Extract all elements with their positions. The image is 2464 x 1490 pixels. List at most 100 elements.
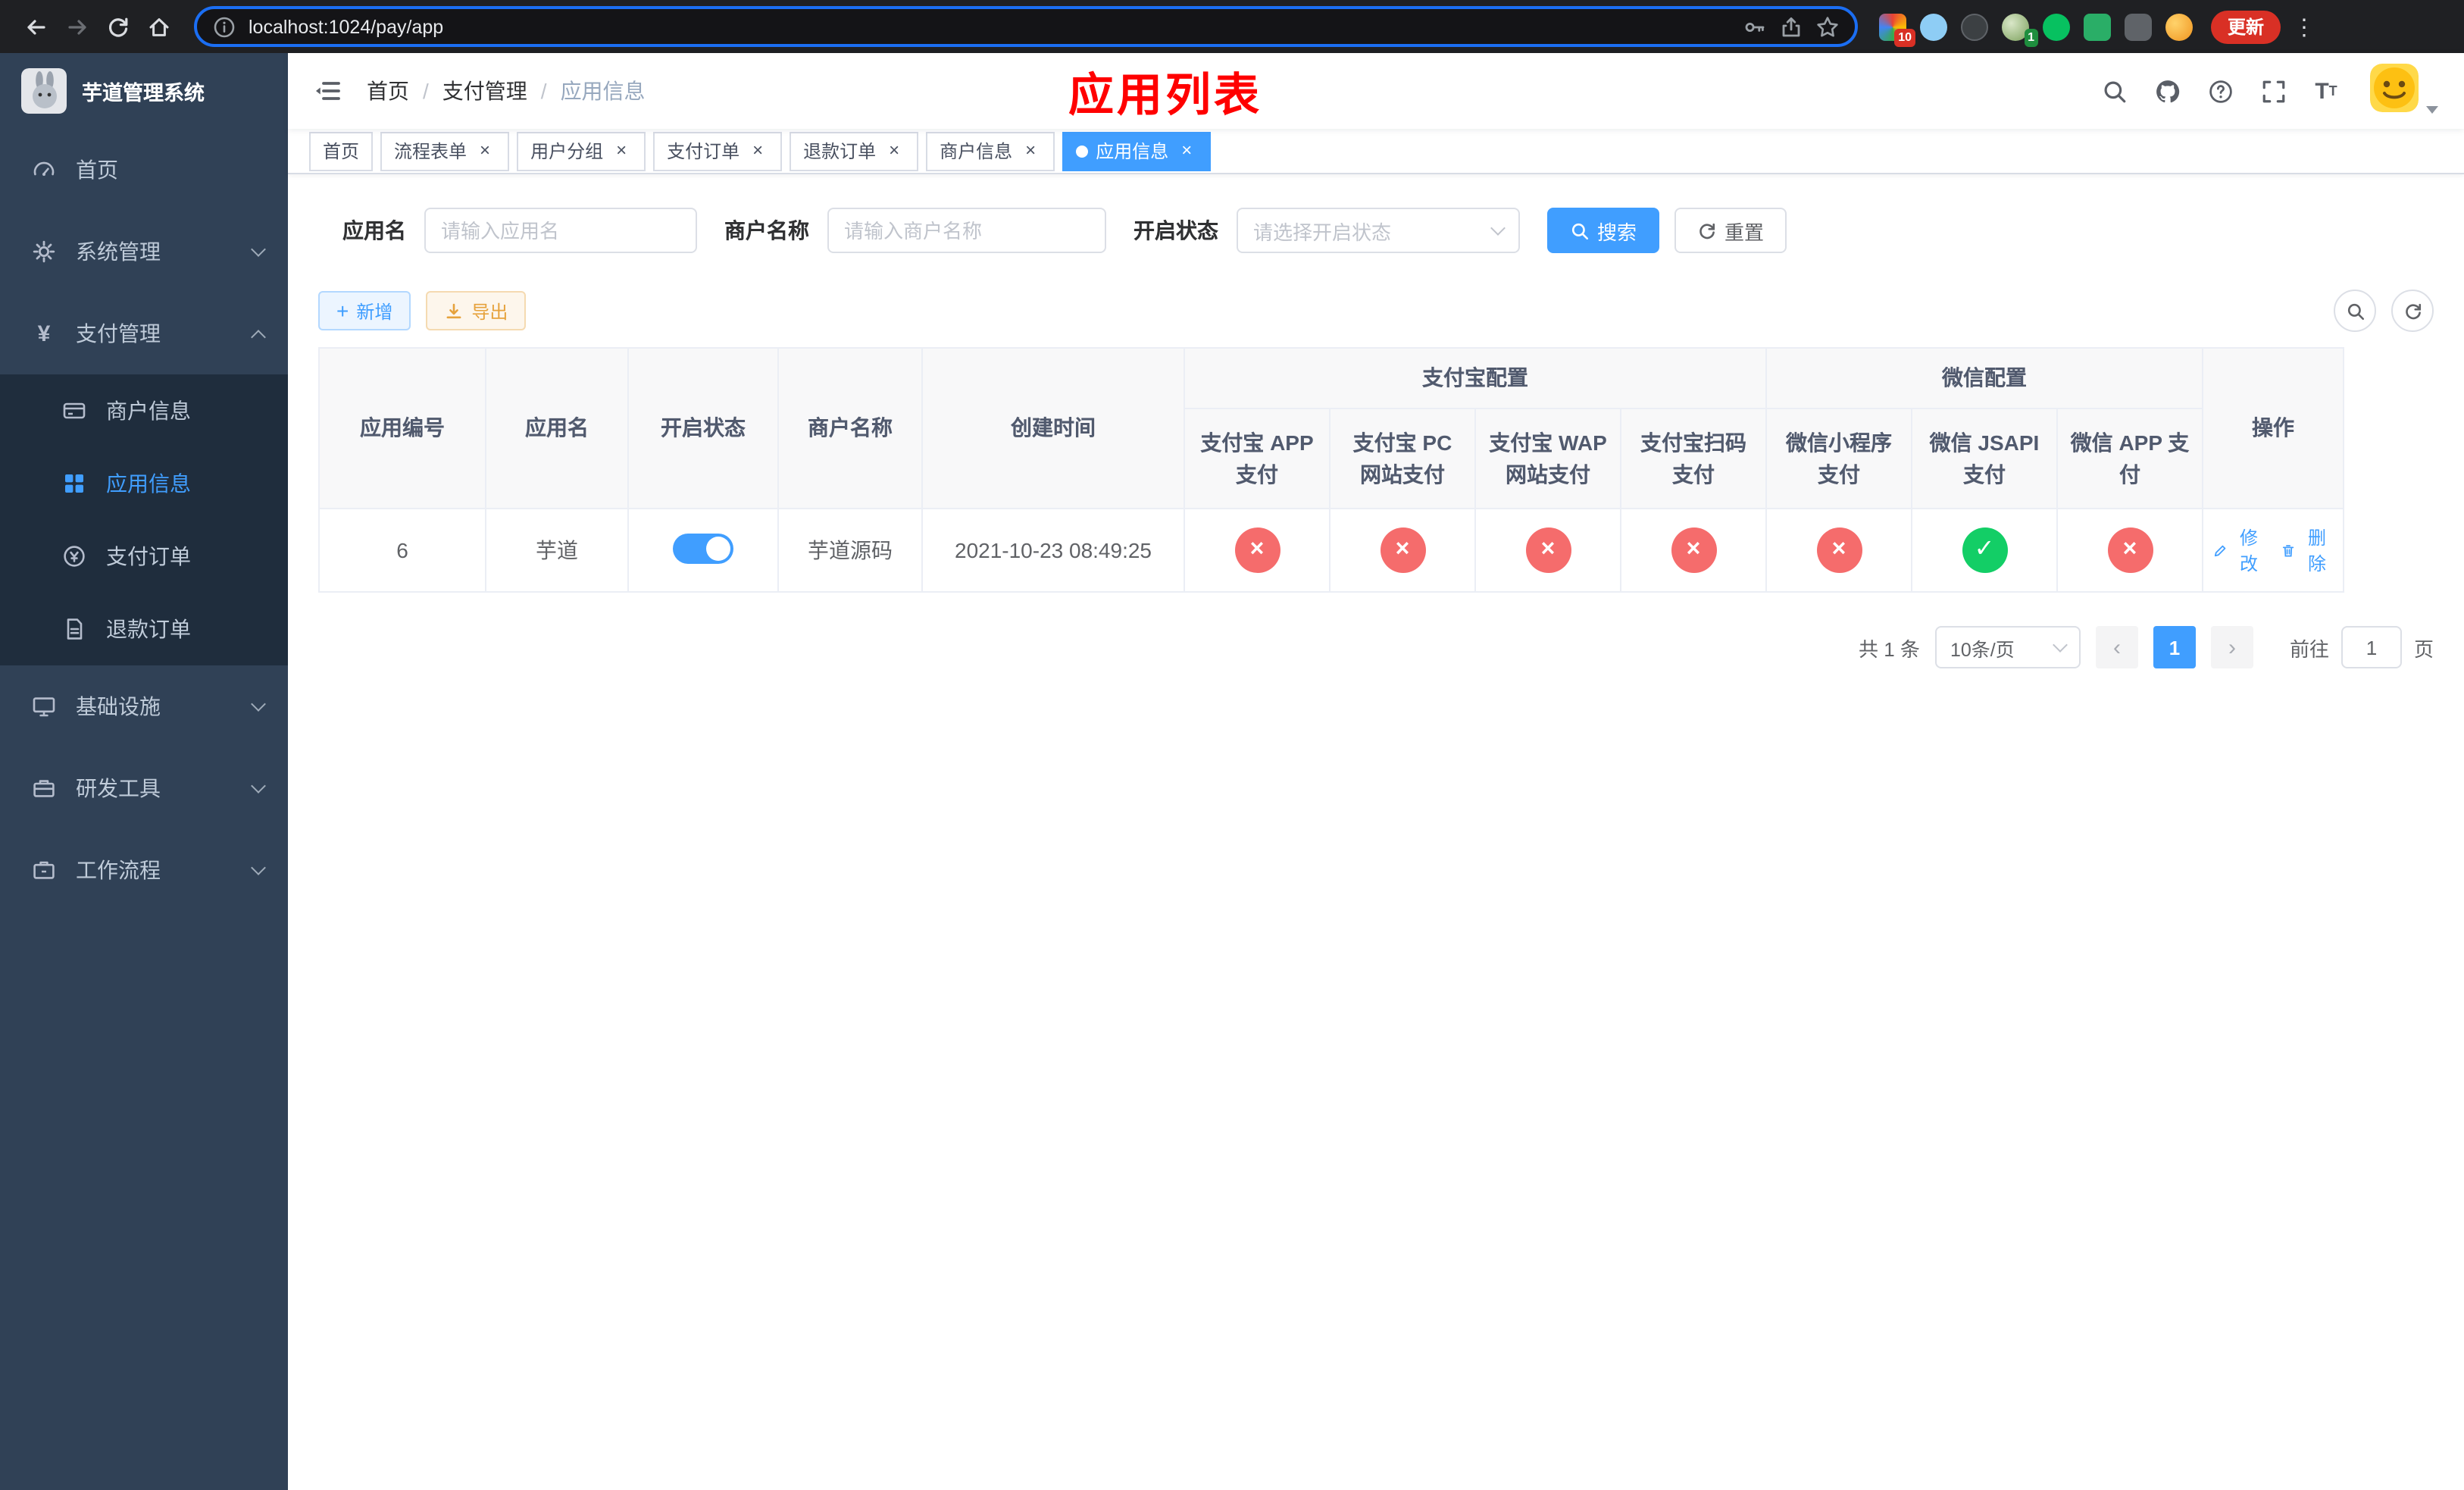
sidebar-item-label: 首页	[76, 158, 118, 182]
extension-drop-icon[interactable]	[1920, 13, 1947, 40]
tab-close-icon[interactable]: ×	[611, 139, 632, 161]
bookmark-star-icon[interactable]	[1815, 14, 1840, 39]
breadcrumb: 首页 / 支付管理 / 应用信息	[367, 76, 646, 106]
tab-refund-order[interactable]: 退款订单 ×	[790, 131, 919, 171]
sidebar-item-payment[interactable]: ¥ 支付管理	[0, 293, 288, 374]
reset-button-label: 重置	[1724, 221, 1765, 243]
table-toolbar: + 新增 导出	[318, 290, 2434, 332]
col-status: 开启状态	[627, 347, 779, 509]
tab-app-info[interactable]: 应用信息 ×	[1062, 131, 1212, 171]
status-select[interactable]: 请选择开启状态	[1237, 208, 1520, 253]
tab-home[interactable]: 首页	[309, 131, 374, 171]
fullscreen-icon[interactable]	[2258, 76, 2288, 106]
col-wx-app: 微信 APP 支付	[2056, 408, 2203, 509]
browser-menu-icon[interactable]: ⋮	[2293, 13, 2315, 40]
briefcase-icon	[30, 858, 58, 882]
sidebar-item-label: 系统管理	[76, 239, 161, 264]
sidebar-item-app-info[interactable]: 应用信息	[0, 447, 288, 520]
col-app-id: 应用编号	[318, 347, 486, 509]
status-toggle[interactable]	[673, 533, 733, 563]
prev-page-button[interactable]: ‹	[2095, 626, 2138, 668]
user-avatar[interactable]	[2370, 63, 2419, 111]
profile-avatar-icon[interactable]	[2165, 13, 2193, 40]
tab-merchant-info[interactable]: 商户信息 ×	[926, 131, 1055, 171]
breadcrumb-home[interactable]: 首页	[367, 76, 409, 106]
extension-wechat-devtools-icon[interactable]	[2043, 13, 2070, 40]
address-bar[interactable]: localhost:1024/pay/app	[194, 6, 1858, 47]
reset-button[interactable]: 重置	[1674, 208, 1787, 253]
yen-icon: ¥	[37, 321, 51, 346]
extension-grid-icon[interactable]: 10	[1879, 13, 1915, 46]
screen: localhost:1024/pay/app 10 1 更新 ⋮ 芋道管理系统	[0, 0, 2464, 1490]
app-title: 芋道管理系统	[82, 82, 205, 105]
sidebar-item-label: 应用信息	[106, 471, 191, 496]
github-icon[interactable]	[2152, 76, 2182, 106]
delete-button[interactable]: 删除	[2281, 524, 2334, 576]
app-logo	[21, 68, 67, 114]
status-select-placeholder: 请选择开启状态	[1253, 221, 1392, 243]
goto-label: 前往	[2289, 637, 2329, 660]
breadcrumb-separator: /	[540, 79, 547, 103]
merchant-name-input[interactable]	[844, 219, 1090, 242]
refresh-table-icon[interactable]	[2391, 290, 2434, 332]
hide-search-icon[interactable]	[2334, 290, 2376, 332]
extensions-puzzle-icon[interactable]	[2125, 13, 2152, 40]
app-name-input[interactable]	[441, 219, 680, 242]
tab-user-group[interactable]: 用户分组 ×	[517, 131, 646, 171]
tab-close-icon[interactable]: ×	[1176, 139, 1197, 161]
export-button[interactable]: 导出	[426, 291, 527, 330]
cell-created: 2021-10-23 08:49:25	[921, 508, 1185, 593]
reload-icon[interactable]	[97, 6, 138, 47]
home-icon[interactable]	[138, 6, 179, 47]
help-icon[interactable]	[2205, 76, 2235, 106]
page-size-select[interactable]: 10条/页	[1934, 626, 2081, 668]
page-title: 应用列表	[1068, 71, 1262, 121]
chevron-down-icon	[251, 696, 266, 712]
tab-label: 商户信息	[940, 141, 1013, 162]
sidebar-item-workflow[interactable]: 工作流程	[0, 829, 288, 911]
font-size-icon[interactable]: TT	[2311, 76, 2341, 106]
sidebar-item-dev-tools[interactable]: 研发工具	[0, 747, 288, 829]
edit-button[interactable]: 修改	[2212, 524, 2265, 576]
extension-dark-icon[interactable]	[1961, 13, 1988, 40]
sidebar-item-system[interactable]: 系统管理	[0, 211, 288, 293]
chrome-update-button[interactable]: 更新	[2211, 10, 2281, 43]
goto-page-input[interactable]	[2340, 626, 2402, 668]
app-logo-row[interactable]: 芋道管理系统	[0, 53, 288, 129]
tab-pay-order[interactable]: 支付订单 ×	[653, 131, 783, 171]
password-key-icon[interactable]	[1743, 14, 1767, 39]
sidebar-item-label: 基础设施	[76, 694, 161, 718]
total-count: 共 1 条	[1859, 637, 1920, 660]
extension-avatar-icon[interactable]: 1	[2002, 13, 2038, 46]
share-icon[interactable]	[1779, 14, 1803, 39]
tab-close-icon[interactable]: ×	[1020, 139, 1041, 161]
add-button[interactable]: + 新增	[318, 291, 411, 330]
search-button[interactable]: 搜索	[1547, 208, 1660, 253]
sidebar-item-infra[interactable]: 基础设施	[0, 665, 288, 747]
avatar-caret-icon[interactable]	[2426, 105, 2438, 113]
tab-close-icon[interactable]: ×	[474, 139, 496, 161]
sidebar-item-merchant-info[interactable]: 商户信息	[0, 374, 288, 447]
tab-close-icon[interactable]: ×	[883, 139, 905, 161]
next-page-button[interactable]: ›	[2210, 626, 2253, 668]
tab-label: 支付订单	[667, 141, 740, 162]
col-actions: 操作	[2202, 347, 2344, 509]
forward-icon[interactable]	[56, 6, 97, 47]
breadcrumb-payment[interactable]: 支付管理	[442, 76, 527, 106]
page-number-button[interactable]: 1	[2153, 626, 2196, 668]
tab-process-form[interactable]: 流程表单 ×	[380, 131, 510, 171]
back-icon[interactable]	[15, 6, 56, 47]
cell-app-id: 6	[318, 508, 486, 593]
filter-form: 应用名 商户名称 开启状态 请选择开启状态	[318, 208, 2434, 253]
extension-chat-icon[interactable]	[2084, 13, 2111, 40]
sidebar-item-home[interactable]: 首页	[0, 129, 288, 211]
sidebar-item-pay-order[interactable]: 支付订单	[0, 520, 288, 593]
search-icon[interactable]	[2099, 76, 2129, 106]
sidebar-fold-icon[interactable]	[312, 76, 342, 106]
tab-close-icon[interactable]: ×	[747, 139, 768, 161]
export-button-label: 导出	[471, 301, 508, 322]
add-button-label: 新增	[356, 301, 393, 322]
site-info-icon[interactable]	[212, 14, 236, 39]
sidebar-item-label: 支付订单	[106, 544, 191, 568]
sidebar-item-refund-order[interactable]: 退款订单	[0, 593, 288, 665]
